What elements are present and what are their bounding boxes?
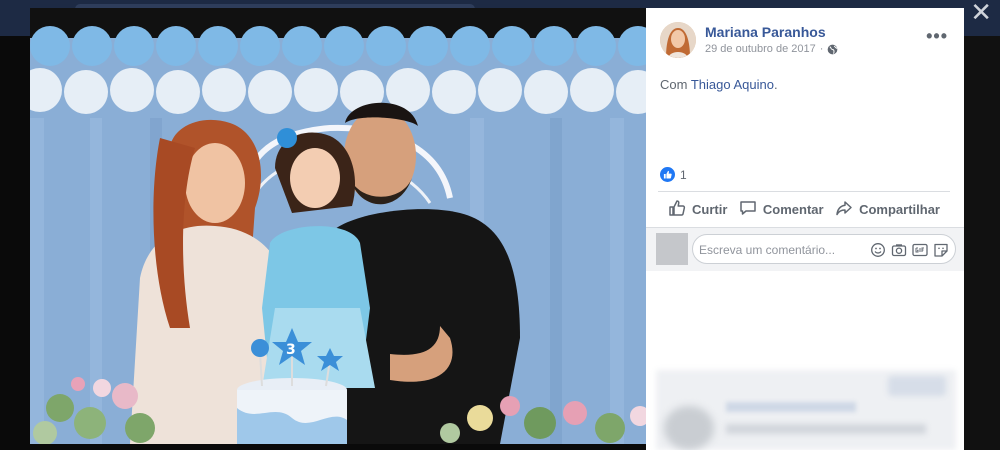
reaction-count[interactable]: 1: [680, 168, 687, 182]
comment-composer: Escreva um comentário...: [646, 227, 964, 271]
author-name[interactable]: Mariana Paranhos: [705, 24, 826, 40]
caption-prefix: Com: [660, 77, 691, 92]
post-caption: Com Thiago Aquino.: [660, 77, 778, 92]
share-button[interactable]: Compartilhar: [835, 199, 940, 220]
emoji-icon[interactable]: [870, 242, 886, 258]
like-icon: [660, 167, 675, 182]
post-header: Mariana Paranhos 29 de outubro de 2017 ·…: [660, 20, 956, 60]
comment-input[interactable]: Escreva um comentário...: [692, 234, 956, 264]
tagged-person-link[interactable]: Thiago Aquino: [691, 77, 774, 92]
gif-icon[interactable]: [912, 242, 928, 258]
page-backdrop-side: [964, 36, 1000, 450]
comment-label: Comentar: [762, 201, 824, 217]
blurred-sponsored-content: [656, 370, 956, 450]
comment-placeholder: Escreva um comentário...: [699, 243, 836, 257]
viewer-avatar: [656, 233, 688, 265]
photo[interactable]: 3: [30, 8, 646, 444]
svg-text:3: 3: [286, 342, 296, 358]
post-sidebar: Mariana Paranhos 29 de outubro de 2017 ·…: [646, 8, 964, 450]
close-viewer-button[interactable]: ✕: [970, 0, 992, 28]
more-options-button[interactable]: •••: [926, 26, 948, 47]
camera-icon[interactable]: [891, 242, 907, 258]
comment-tools: [870, 242, 949, 258]
author-avatar[interactable]: [660, 22, 696, 58]
post-date[interactable]: 29 de outubro de 2017: [705, 43, 816, 55]
like-label: Curtir: [692, 201, 728, 217]
thumbs-up-icon: [668, 199, 686, 220]
photo-image: 3: [30, 8, 646, 444]
comment-bubble-icon: [739, 199, 757, 220]
sticker-icon[interactable]: [933, 242, 949, 258]
share-arrow-icon: [835, 199, 853, 220]
post-actions: Curtir Comentar Compartilhar: [658, 191, 950, 226]
caption-suffix: .: [773, 77, 778, 92]
reactions-summary[interactable]: 1: [660, 167, 687, 182]
share-label: Compartilhar: [859, 201, 940, 217]
like-button[interactable]: Curtir: [668, 199, 727, 220]
globe-icon[interactable]: [827, 44, 838, 55]
comment-button[interactable]: Comentar: [739, 199, 824, 220]
meta-separator: ·: [819, 43, 824, 55]
post-meta: 29 de outubro de 2017 ·: [705, 43, 838, 55]
